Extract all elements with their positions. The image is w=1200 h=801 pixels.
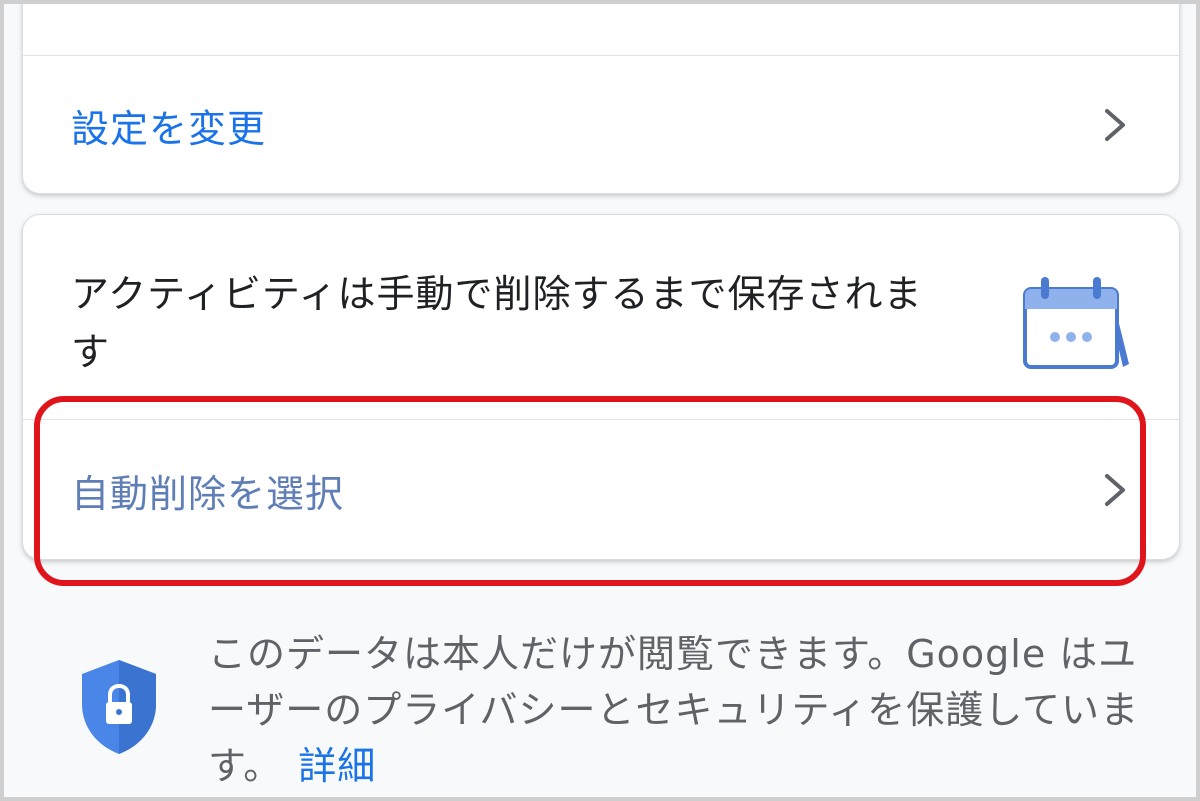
divider (23, 419, 1179, 420)
auto-delete-card: アクティビティは手動で削除するまで保存されます 自動削除を選択 (22, 214, 1180, 560)
settings-card: 設定を変更 (22, 4, 1180, 194)
chevron-right-icon (1105, 109, 1125, 141)
privacy-text: このデータは本人だけが閲覧できます。Google はユーザーのプライバシーとセキ… (208, 626, 1148, 794)
chevron-right-icon (1105, 474, 1125, 506)
shield-lock-icon (82, 660, 156, 754)
change-settings-row[interactable]: 設定を変更 (23, 57, 1179, 193)
calendar-icon (1023, 277, 1129, 369)
auto-delete-label: 自動削除を選択 (71, 471, 345, 516)
details-link[interactable]: 詳細 (298, 744, 376, 788)
auto-delete-row[interactable]: 自動削除を選択 (23, 421, 1179, 559)
change-settings-label: 設定を変更 (71, 106, 267, 151)
activity-controls-panel: 設定を変更 アクティビティは手動で削除するまで保存されます 自動削除を選択 この… (4, 4, 1196, 797)
divider (23, 55, 1179, 56)
activity-retention-text: アクティビティは手動で削除するまで保存されます (71, 272, 923, 374)
privacy-notice: このデータは本人だけが閲覧できます。Google はユーザーのプライバシーとセキ… (4, 614, 1196, 797)
